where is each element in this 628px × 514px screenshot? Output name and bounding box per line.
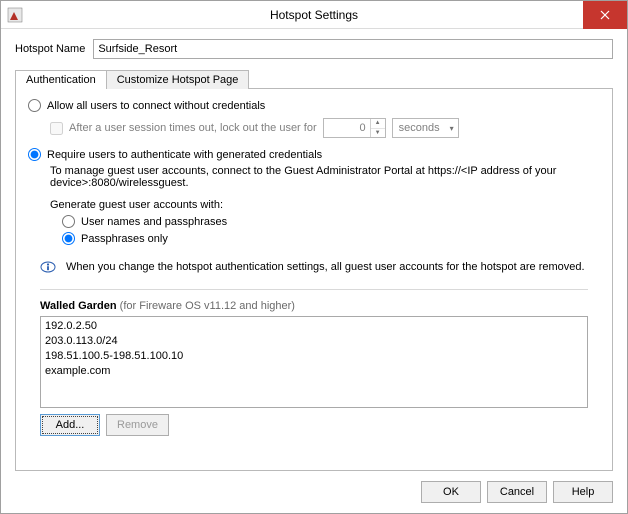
walled-garden-label: Walled Garden xyxy=(40,300,117,312)
close-button[interactable] xyxy=(583,1,627,29)
ok-button-label: OK xyxy=(443,486,459,498)
walled-garden-hint: (for Fireware OS v11.12 and higher) xyxy=(120,300,295,312)
lockout-unit-value: seconds xyxy=(399,122,440,134)
dialog-footer: OK Cancel Help xyxy=(1,471,627,513)
help-button-label: Help xyxy=(572,486,595,498)
tab-label: Customize Hotspot Page xyxy=(117,74,239,86)
window-title: Hotspot Settings xyxy=(1,8,627,22)
list-item[interactable]: 192.0.2.50 xyxy=(45,319,583,334)
walled-garden-listbox[interactable]: 192.0.2.50203.0.113.0/24198.51.100.5-198… xyxy=(40,316,588,408)
require-auth-row: Require users to authenticate with gener… xyxy=(28,148,600,161)
lockout-unit-select[interactable]: seconds ▾ xyxy=(392,118,459,138)
help-button[interactable]: Help xyxy=(553,481,613,503)
gen-userpass-label: User names and passphrases xyxy=(81,216,227,228)
lockout-label: After a user session times out, lock out… xyxy=(69,122,317,134)
titlebar: Hotspot Settings xyxy=(1,1,627,29)
hotspot-name-input[interactable] xyxy=(93,39,613,59)
gen-userpass-row: User names and passphrases xyxy=(62,215,600,228)
list-item[interactable]: 198.51.100.5-198.51.100.10 xyxy=(45,349,583,364)
hotspot-name-row: Hotspot Name xyxy=(15,39,613,59)
chevron-down-icon: ▾ xyxy=(450,124,454,133)
walled-garden-buttons: Add... Remove xyxy=(40,414,588,436)
add-button[interactable]: Add... xyxy=(40,414,100,436)
lockout-checkbox xyxy=(50,122,63,135)
gen-userpass-radio[interactable] xyxy=(62,215,75,228)
list-item[interactable]: 203.0.113.0/24 xyxy=(45,334,583,349)
lockout-duration-input[interactable] xyxy=(324,119,370,137)
separator xyxy=(40,289,588,290)
app-icon xyxy=(7,7,23,23)
warning-note: When you change the hotspot authenticati… xyxy=(40,259,600,275)
info-icon xyxy=(40,259,56,275)
require-auth-label: Require users to authenticate with gener… xyxy=(47,149,322,161)
hotspot-name-label: Hotspot Name xyxy=(15,43,85,55)
cancel-button-label: Cancel xyxy=(500,486,534,498)
remove-button-label: Remove xyxy=(117,419,158,431)
cancel-button[interactable]: Cancel xyxy=(487,481,547,503)
dialog-body: Hotspot Name Authentication Customize Ho… xyxy=(1,29,627,471)
tab-authentication[interactable]: Authentication xyxy=(15,70,107,89)
tab-label: Authentication xyxy=(26,74,96,86)
generate-accounts-label: Generate guest user accounts with: xyxy=(50,199,600,211)
allow-all-radio[interactable] xyxy=(28,99,41,112)
add-button-label: Add... xyxy=(56,419,85,431)
remove-button[interactable]: Remove xyxy=(106,414,169,436)
list-item[interactable]: example.com xyxy=(45,364,583,379)
tab-panel-authentication: Allow all users to connect without crede… xyxy=(15,88,613,471)
close-icon xyxy=(600,10,610,20)
warning-note-text: When you change the hotspot authenticati… xyxy=(66,261,585,273)
allow-all-row: Allow all users to connect without crede… xyxy=(28,99,600,112)
spinner-arrows[interactable]: ▲ ▼ xyxy=(370,119,385,137)
lockout-duration-spinner[interactable]: ▲ ▼ xyxy=(323,118,386,138)
hotspot-settings-window: Hotspot Settings Hotspot Name Authentica… xyxy=(0,0,628,514)
walled-garden-heading: Walled Garden (for Fireware OS v11.12 an… xyxy=(40,300,600,312)
allow-all-label: Allow all users to connect without crede… xyxy=(47,100,265,112)
gen-passonly-row: Passphrases only xyxy=(62,232,600,245)
tabstrip: Authentication Customize Hotspot Page xyxy=(15,69,613,88)
lockout-row: After a user session times out, lock out… xyxy=(50,118,600,138)
tab-customize-hotspot[interactable]: Customize Hotspot Page xyxy=(106,70,250,89)
ok-button[interactable]: OK xyxy=(421,481,481,503)
gen-passonly-radio[interactable] xyxy=(62,232,75,245)
manage-portal-text: To manage guest user accounts, connect t… xyxy=(50,165,600,189)
spinner-up-icon[interactable]: ▲ xyxy=(371,119,385,129)
require-auth-radio[interactable] xyxy=(28,148,41,161)
spinner-down-icon[interactable]: ▼ xyxy=(371,129,385,138)
gen-passonly-label: Passphrases only xyxy=(81,233,168,245)
